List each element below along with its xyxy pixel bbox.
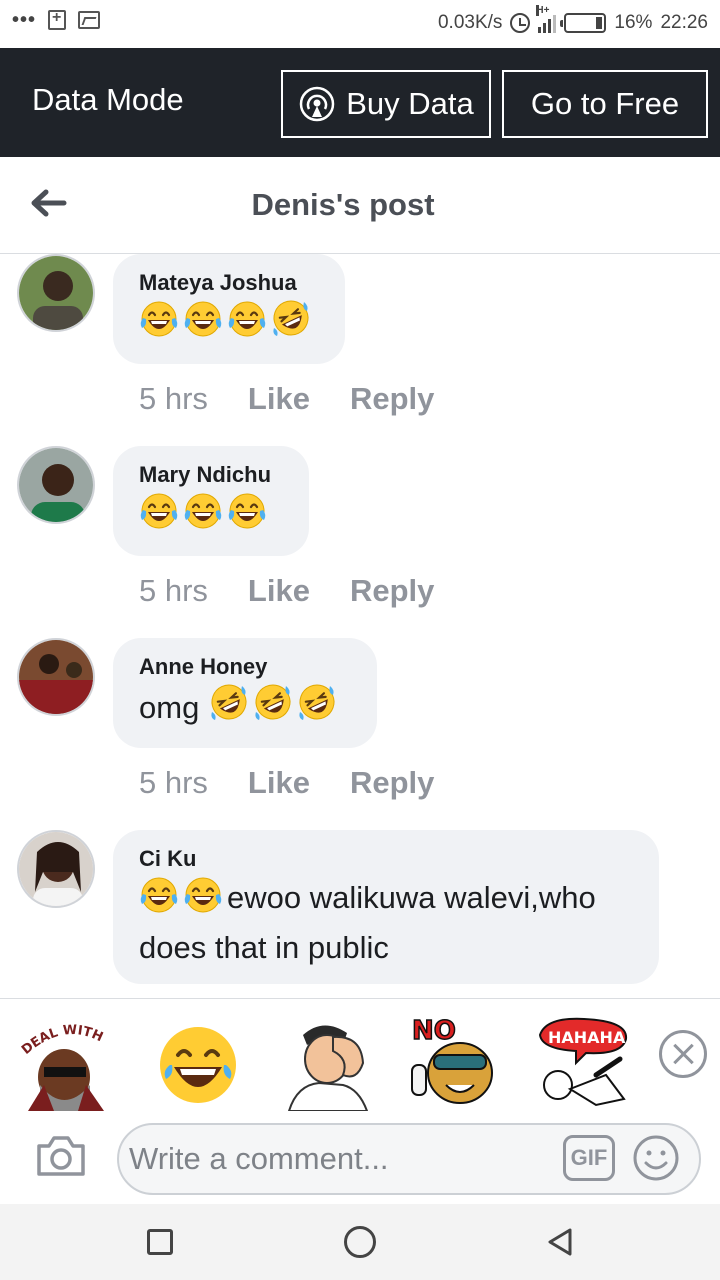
home-icon[interactable] [344,1226,376,1258]
comment-author[interactable]: Ci Ku [139,844,633,874]
post-header: Denis's post [0,157,720,254]
rofl-emoji-icon [297,682,337,734]
laughing-emoji-sticker[interactable] [150,1015,246,1111]
joy-emoji-icon [183,490,223,542]
sticker-caption: HAHAHA [548,1028,626,1047]
go-to-free-label: Go to Free [530,86,680,121]
screenshot-icon [78,11,101,29]
facepalm-sticker[interactable] [283,1015,379,1111]
data-mode-bar: Data Mode Buy Data Go to Free [0,48,720,157]
comment-actions: 5 hrs Like Reply [139,765,434,801]
avatar[interactable] [17,830,95,908]
comment-text [139,490,283,542]
comment-time: 5 hrs [139,765,208,800]
avatar[interactable] [17,446,95,524]
joy-emoji-icon [227,298,267,350]
comment-time: 5 hrs [139,381,208,416]
comment-input-container: GIF [117,1123,701,1195]
battery-saver-icon [48,9,67,30]
comment-text [139,298,319,350]
reply-button[interactable]: Reply [350,765,434,801]
network-type: H+ [536,5,550,16]
gif-button[interactable]: GIF [563,1135,615,1181]
system-nav-bar [0,1204,720,1280]
joy-emoji-icon [183,874,223,926]
alarm-icon [510,13,531,33]
battery-percent: 16% [614,12,653,33]
comment-actions: 5 hrs Like Reply [139,381,434,417]
joy-emoji-icon [139,490,179,542]
comment-text: ewoo walikuwa walevi,who does that in pu… [139,874,633,970]
avatar[interactable] [17,254,95,332]
rofl-emoji-icon [271,298,311,350]
like-button[interactable]: Like [248,381,310,417]
page-title: Denis's post [251,187,435,222]
rofl-emoji-icon [253,682,293,734]
joy-emoji-icon [139,874,179,926]
no-cat-sticker[interactable]: NO [408,1015,504,1111]
camera-icon[interactable] [35,1134,87,1178]
comment-bubble[interactable]: Mary Ndichu [113,446,309,556]
comment-list: Mateya Joshua 5 hrs Like Reply Mary Ndic… [0,254,720,999]
buy-data-button[interactable]: Buy Data [281,70,491,138]
close-stickers-icon[interactable] [659,1030,707,1078]
comment-composer: GIF [0,1116,720,1204]
comment-actions: 5 hrs Like Reply [139,573,434,609]
comment-author[interactable]: Mateya Joshua [139,268,319,298]
joy-emoji-icon [183,298,223,350]
joy-emoji-icon [227,490,267,542]
hahaha-sticker[interactable]: HAHAHA [536,1015,632,1111]
rofl-emoji-icon [209,682,249,734]
comment-bubble[interactable]: Ci Ku ewoo walikuwa walevi,who does that… [113,830,659,984]
signal-icon: H+ [536,5,557,33]
reply-button[interactable]: Reply [350,573,434,609]
battery-icon [560,13,607,33]
sticker-caption: NO [412,1016,456,1046]
clock: 22:26 [660,12,708,33]
joy-emoji-icon [139,298,179,350]
comment-bubble[interactable]: Mateya Joshua [113,254,345,364]
comment-time: 5 hrs [139,573,208,608]
reply-button[interactable]: Reply [350,381,434,417]
comment-input[interactable] [129,1135,549,1183]
data-mode-title: Data Mode [32,82,184,117]
status-bar: ••• 0.03K/s H+ 16% 22:26 [0,0,720,48]
network-speed: 0.03K/s [437,12,503,33]
like-button[interactable]: Like [248,765,310,801]
go-to-free-button[interactable]: Go to Free [502,70,708,138]
recents-icon[interactable] [147,1229,173,1255]
more-notifications-icon: ••• [12,9,37,31]
comment-message: omg [139,690,200,725]
gif-label: GIF [570,1145,608,1170]
comment-author[interactable]: Mary Ndichu [139,460,283,490]
smiley-icon[interactable] [631,1133,681,1183]
comment-text: omg [139,682,351,734]
back-triangle-icon[interactable] [544,1226,576,1258]
like-button[interactable]: Like [248,573,310,609]
buy-data-label: Buy Data [346,86,474,121]
comment-bubble[interactable]: Anne Honey omg [113,638,377,748]
comment-author[interactable]: Anne Honey [139,652,351,682]
avatar[interactable] [17,638,95,716]
broadcast-icon [299,86,335,122]
sticker-tray: DEAL WITH IT NO HAHAHA [0,998,720,1116]
deal-with-it-sticker[interactable]: DEAL WITH IT [18,1015,114,1111]
